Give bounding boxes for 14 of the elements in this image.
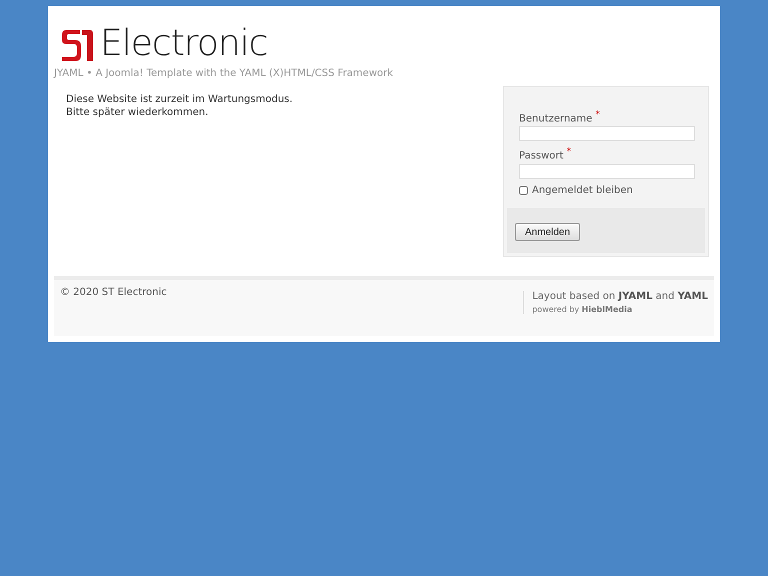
login-button[interactable]: Anmelden — [515, 223, 580, 242]
logo-text: Electronic — [100, 24, 268, 64]
input-field[interactable] — [519, 126, 695, 142]
copyright: © 2020 ST Electronic — [60, 287, 167, 300]
field-label: Passwort $^{*}$ — [519, 147, 572, 162]
layout-credit: Layout based on JYAML and YAML — [532, 291, 708, 302]
field-label: Benutzername $^{*}$ — [519, 110, 601, 124]
powered-by: powered by HieblMedia — [532, 305, 634, 314]
input-field[interactable] — [519, 164, 695, 179]
maintenance-message: Bitte später wiederkommen. — [66, 106, 210, 119]
checkbox-label: Angemeldet bleiben — [532, 184, 633, 196]
remember-checkbox[interactable] — [519, 186, 528, 195]
tagline: JYAML • A Joomla! Template with the YAML (X)HTML/CSS Framework — [54, 68, 394, 79]
maintenance-message: Diese Website ist zurzeit im Wartungsmodus. — [66, 93, 293, 106]
